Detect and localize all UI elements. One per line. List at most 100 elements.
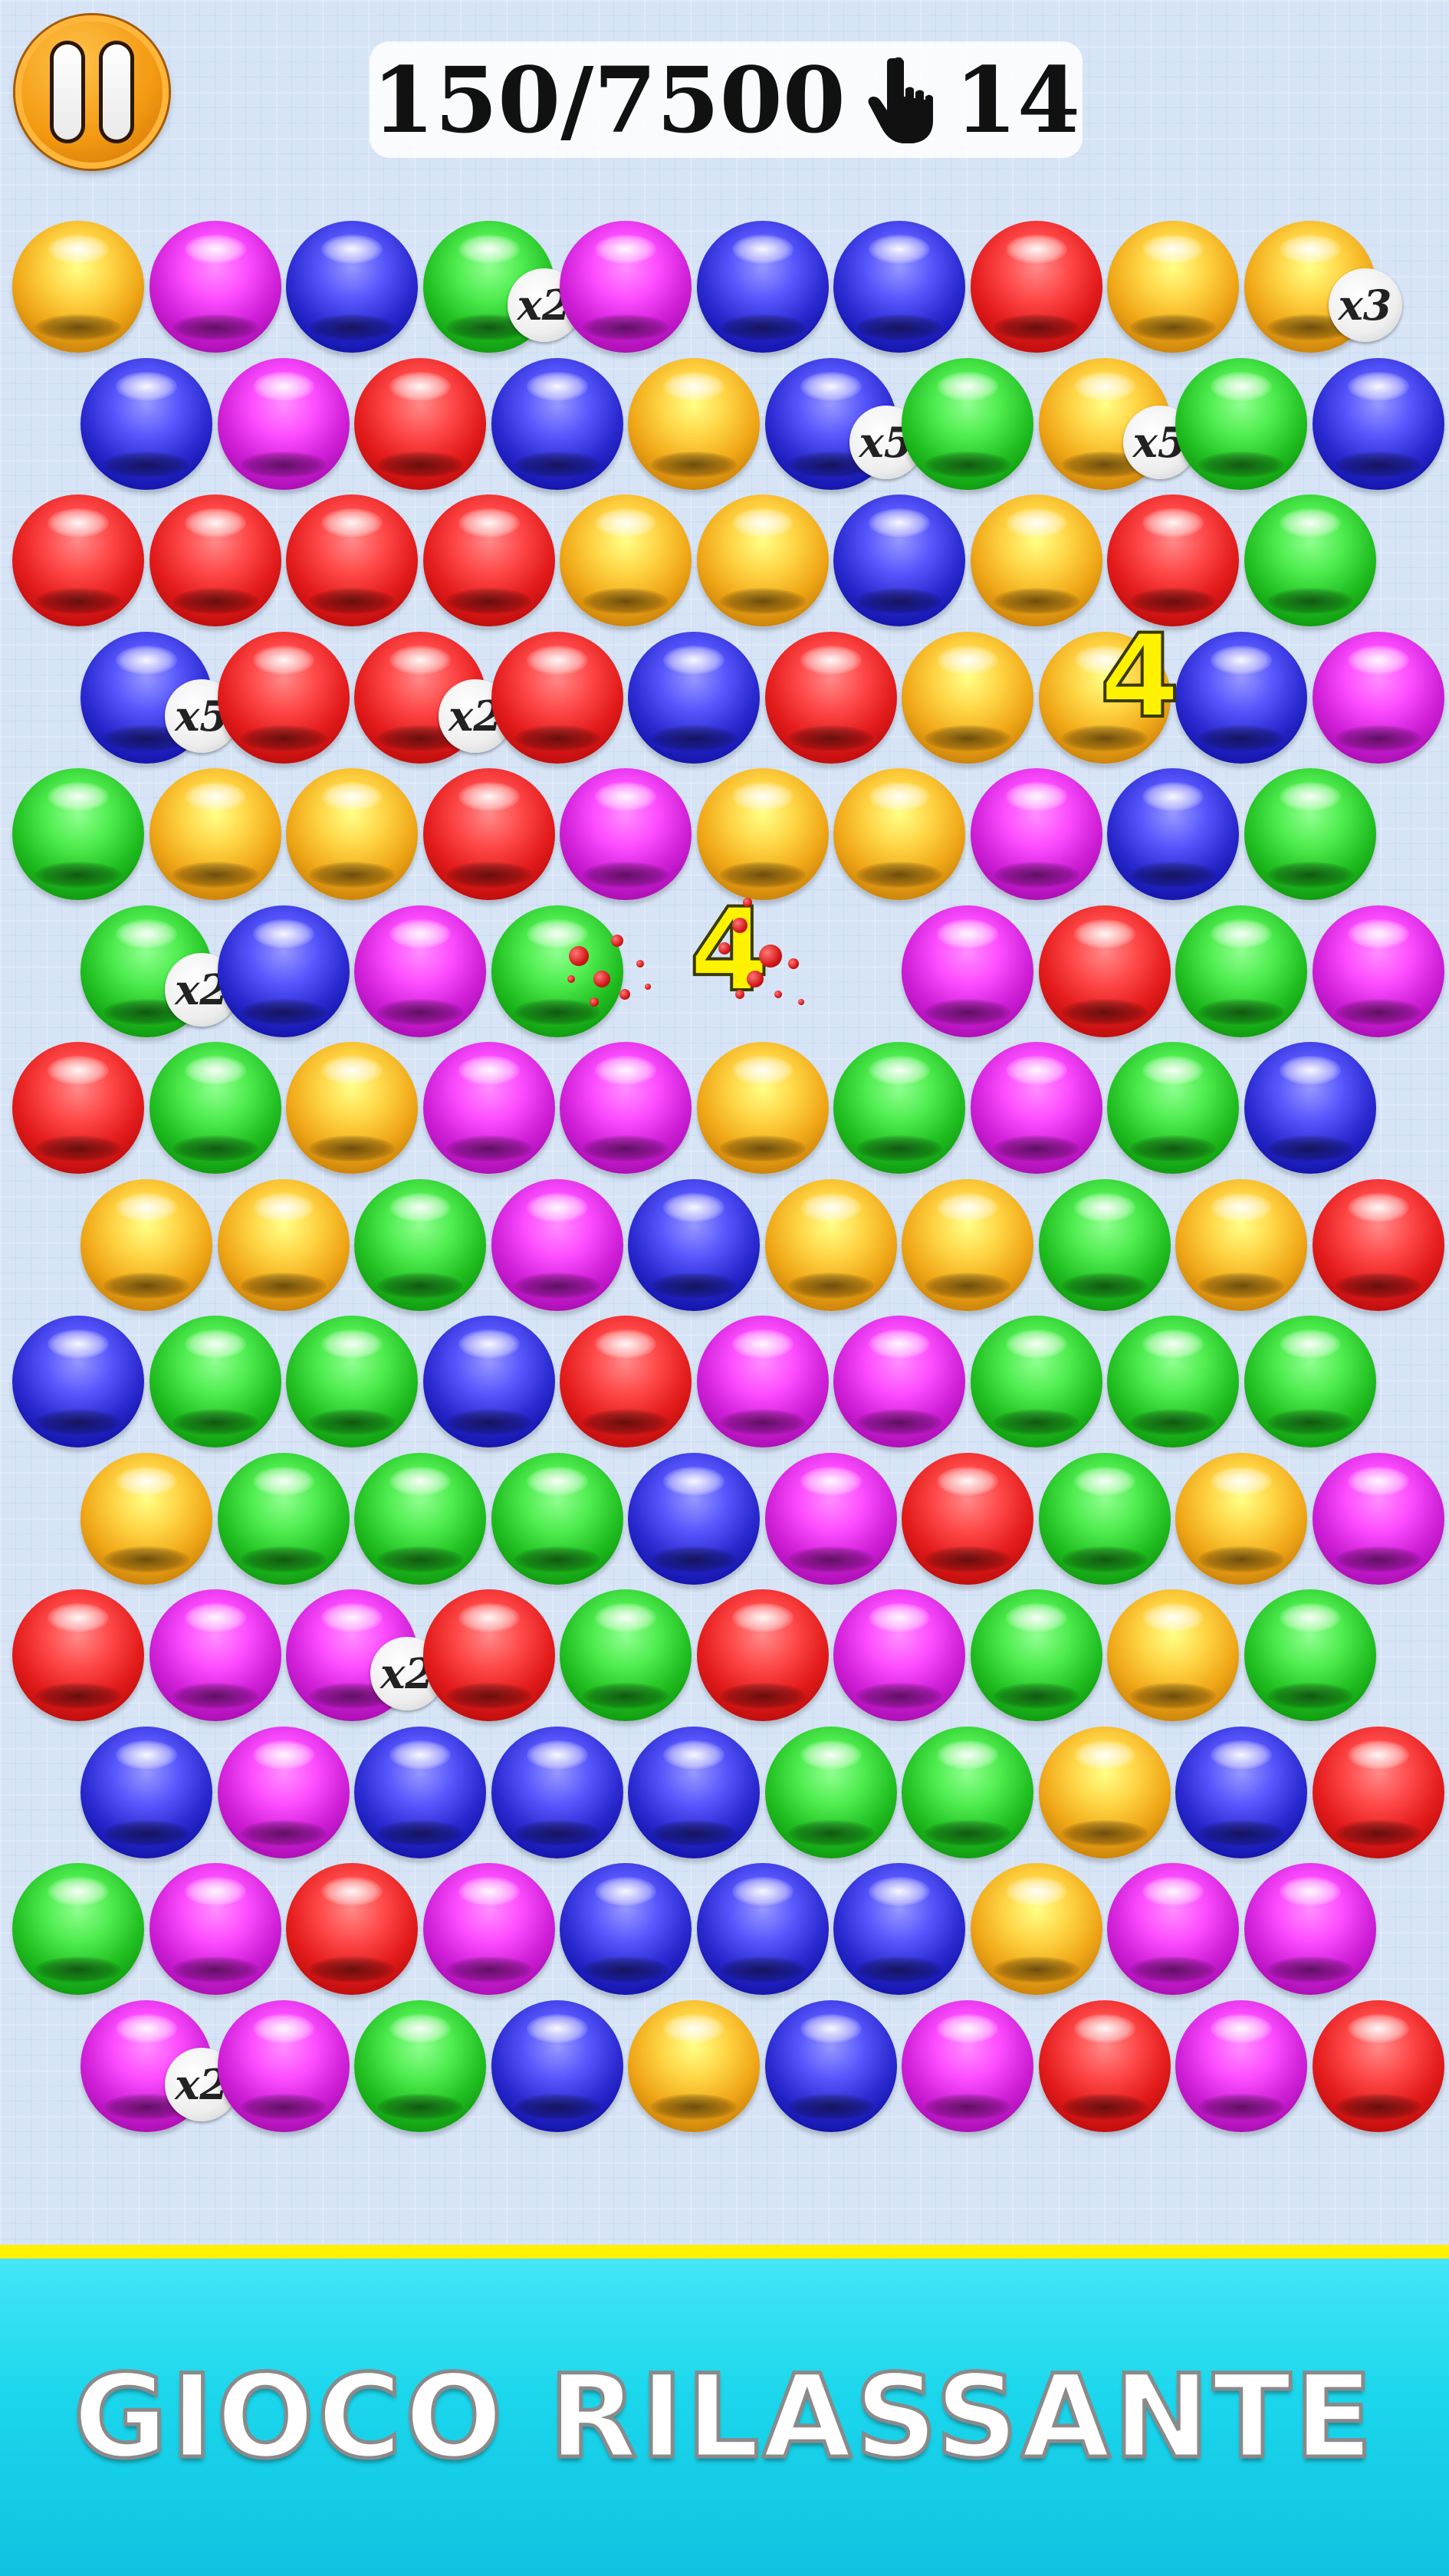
bubble-magenta[interactable] bbox=[217, 1726, 350, 1858]
bubble-green[interactable] bbox=[354, 1178, 486, 1311]
bubble-red[interactable] bbox=[970, 221, 1102, 353]
bubble-magenta[interactable] bbox=[833, 1316, 965, 1447]
bubble-blue[interactable]: x5 bbox=[764, 357, 923, 490]
bubble-blue[interactable] bbox=[628, 1726, 760, 1858]
bubble-green[interactable] bbox=[286, 1316, 418, 1447]
bubble-magenta[interactable] bbox=[1312, 1452, 1444, 1585]
bubble-blue[interactable] bbox=[286, 221, 418, 353]
bubble-yellow[interactable] bbox=[902, 1178, 1033, 1311]
bubble-blue[interactable] bbox=[80, 1726, 212, 1858]
bubble-magenta[interactable] bbox=[970, 1042, 1102, 1174]
bubble-green[interactable] bbox=[970, 1589, 1102, 1721]
bubble-magenta[interactable] bbox=[970, 768, 1102, 900]
bubble-yellow[interactable] bbox=[833, 768, 965, 900]
bubble-green[interactable] bbox=[491, 1452, 623, 1585]
bubble-yellow[interactable] bbox=[149, 768, 281, 900]
bubble-blue[interactable] bbox=[628, 1178, 760, 1311]
bubble-yellow[interactable] bbox=[217, 1178, 350, 1311]
bubble-red[interactable] bbox=[1038, 905, 1171, 1037]
bubble-green[interactable] bbox=[149, 1042, 281, 1174]
bubble-magenta[interactable] bbox=[422, 1863, 555, 1995]
bubble-green[interactable] bbox=[354, 1999, 486, 2132]
bubble-magenta[interactable] bbox=[354, 905, 486, 1037]
bubble-green[interactable] bbox=[217, 1452, 350, 1585]
bubble-magenta[interactable]: x2 bbox=[80, 1999, 238, 2132]
bubble-yellow[interactable] bbox=[696, 495, 829, 626]
bubble-magenta[interactable] bbox=[696, 1316, 829, 1447]
bubble-blue[interactable] bbox=[1175, 1726, 1307, 1858]
bubble-magenta[interactable] bbox=[560, 1042, 692, 1174]
bubble-blue[interactable] bbox=[833, 495, 965, 626]
bubble-magenta[interactable] bbox=[902, 905, 1033, 1037]
bubble-red[interactable] bbox=[286, 495, 418, 626]
bubble-red[interactable] bbox=[12, 1589, 144, 1721]
bubble-red[interactable] bbox=[217, 631, 350, 764]
bubble-magenta[interactable] bbox=[1312, 905, 1444, 1037]
bubble-magenta[interactable] bbox=[149, 1863, 281, 1995]
bubble-red[interactable] bbox=[902, 1452, 1033, 1585]
bubble-green[interactable] bbox=[354, 1452, 486, 1585]
bubble-yellow[interactable] bbox=[1107, 221, 1239, 353]
bubble-magenta[interactable] bbox=[149, 1589, 281, 1721]
bubble-red[interactable] bbox=[1312, 1999, 1444, 2132]
bubble-yellow[interactable] bbox=[1175, 1452, 1307, 1585]
bubble-green[interactable] bbox=[1244, 768, 1376, 900]
bubble-red[interactable] bbox=[1312, 1178, 1444, 1311]
bubble-blue[interactable] bbox=[696, 1863, 829, 1995]
bubble-magenta[interactable] bbox=[1244, 1863, 1376, 1995]
bubble-green[interactable] bbox=[560, 1589, 692, 1721]
bubble-red[interactable] bbox=[1038, 1999, 1171, 2132]
bubble-red[interactable] bbox=[422, 495, 555, 626]
bubble-blue[interactable] bbox=[491, 357, 623, 490]
bubble-green[interactable] bbox=[1107, 1316, 1239, 1447]
bubble-blue[interactable] bbox=[491, 1999, 623, 2132]
bubble-green[interactable] bbox=[970, 1316, 1102, 1447]
bubble-blue[interactable] bbox=[1107, 768, 1239, 900]
bubble-green[interactable] bbox=[902, 1726, 1033, 1858]
bubble-yellow[interactable] bbox=[1038, 1726, 1171, 1858]
bubble-yellow[interactable] bbox=[628, 1999, 760, 2132]
bubble-yellow[interactable] bbox=[970, 1863, 1102, 1995]
bubble-yellow[interactable] bbox=[80, 1452, 212, 1585]
bubble-green[interactable]: x2 bbox=[80, 905, 238, 1037]
bubble-yellow[interactable] bbox=[696, 1042, 829, 1174]
bubble-yellow[interactable] bbox=[764, 1178, 897, 1311]
bubble-magenta[interactable] bbox=[560, 221, 692, 353]
bubble-green[interactable] bbox=[1107, 1042, 1239, 1174]
bubble-red[interactable] bbox=[149, 495, 281, 626]
bubble-green[interactable] bbox=[1244, 495, 1376, 626]
bubble-green[interactable] bbox=[12, 768, 144, 900]
bubble-magenta[interactable] bbox=[149, 221, 281, 353]
bubble-green[interactable] bbox=[833, 1042, 965, 1174]
bubble-magenta[interactable] bbox=[1312, 631, 1444, 764]
bubble-yellow[interactable]: x5 bbox=[1038, 357, 1197, 490]
bubble-blue[interactable] bbox=[628, 631, 760, 764]
bubble-red[interactable] bbox=[12, 1042, 144, 1174]
bubble-magenta[interactable] bbox=[1175, 1999, 1307, 2132]
bubble-yellow[interactable] bbox=[286, 768, 418, 900]
bubble-green[interactable] bbox=[1038, 1178, 1171, 1311]
bubble-magenta[interactable] bbox=[833, 1589, 965, 1721]
bubble-blue[interactable]: x5 bbox=[80, 631, 238, 764]
bubble-blue[interactable] bbox=[217, 905, 350, 1037]
bubble-red[interactable] bbox=[1312, 1726, 1444, 1858]
bubble-blue[interactable] bbox=[628, 1452, 760, 1585]
bubble-red[interactable] bbox=[12, 495, 144, 626]
bubble-green[interactable] bbox=[764, 1726, 897, 1858]
bubble-magenta[interactable] bbox=[560, 768, 692, 900]
bubble-blue[interactable] bbox=[833, 221, 965, 353]
bubble-magenta[interactable] bbox=[1107, 1863, 1239, 1995]
bubble-yellow[interactable]: x3 bbox=[1244, 221, 1402, 353]
bubble-green[interactable] bbox=[1038, 1452, 1171, 1585]
bubble-green[interactable]: x2 bbox=[422, 221, 581, 353]
bubble-green[interactable] bbox=[12, 1863, 144, 1995]
bubble-blue[interactable] bbox=[491, 1726, 623, 1858]
bubble-magenta[interactable]: x2 bbox=[286, 1589, 444, 1721]
bubble-yellow[interactable] bbox=[902, 631, 1033, 764]
bubble-blue[interactable] bbox=[12, 1316, 144, 1447]
bubble-green[interactable] bbox=[1175, 905, 1307, 1037]
bubble-blue[interactable] bbox=[696, 221, 829, 353]
bubble-yellow[interactable] bbox=[628, 357, 760, 490]
bubble-blue[interactable] bbox=[422, 1316, 555, 1447]
bubble-green[interactable] bbox=[149, 1316, 281, 1447]
